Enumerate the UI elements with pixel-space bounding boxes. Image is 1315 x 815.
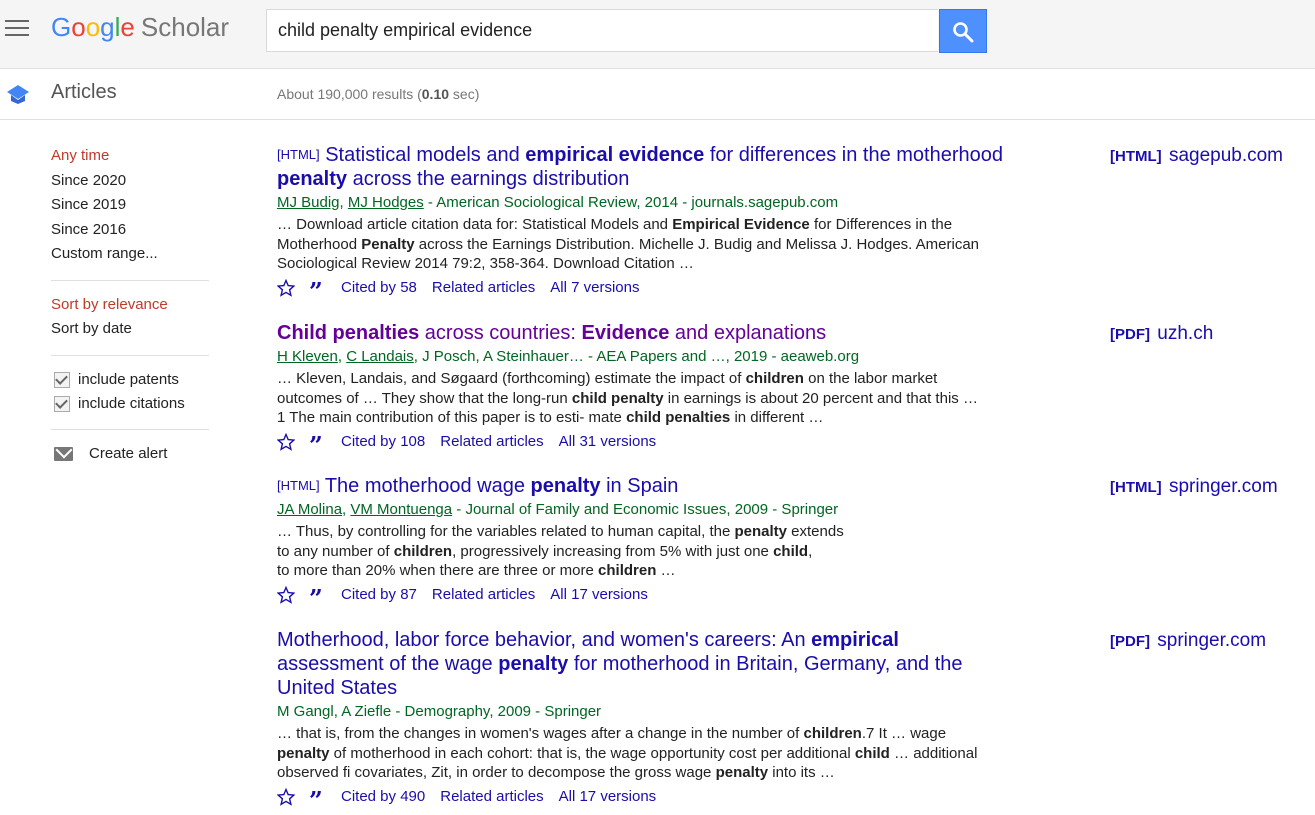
cited-by-link[interactable]: Cited by 108 [341,430,425,454]
all-versions-link[interactable]: All 31 versions [559,430,657,454]
search-icon [953,22,974,43]
result-item: Child penalties across countries: Eviden… [277,321,1057,458]
create-alert-button[interactable]: Create alert [51,442,209,466]
hamburger-menu-icon[interactable] [5,20,29,38]
result-title-link[interactable]: Motherhood, labor force behavior, and wo… [277,628,987,700]
result-title-link[interactable]: [HTML] The motherhood wage penalty in Sp… [277,474,1057,498]
result-title-link[interactable]: Child penalties across countries: Eviden… [277,321,1057,345]
citations-checkbox[interactable] [54,395,70,412]
result-count: About 190,000 results (0.10 sec) [277,86,480,102]
result-authors: H Kleven, C Landais, J Posch, A Steinhau… [277,348,860,365]
full-text-link[interactable]: [PDF] springer.com [1110,630,1266,652]
cite-quote-icon[interactable]: ” [309,787,327,813]
save-star-icon[interactable] [277,787,295,806]
result-actions: ” Cited by 108 Related articles All 31 v… [277,430,1057,458]
result-snippet: … Thus, by controlling for the variables… [277,523,844,579]
related-articles-link[interactable]: Related articles [440,430,543,454]
include-citations-toggle[interactable]: include citations [51,392,209,416]
patents-checkbox[interactable] [54,371,70,388]
filter-since-2016[interactable]: Since 2016 [51,218,209,243]
include-patents-label: include patents [78,370,179,388]
cite-quote-icon[interactable]: ” [309,432,327,458]
result-item: [HTML] The motherhood wage penalty in Sp… [277,474,1057,611]
top-header: Google Scholar [0,0,1315,69]
result-authors: MJ Budig, MJ Hodges - American Sociologi… [277,194,839,211]
envelope-icon [54,446,73,461]
filter-since-2020[interactable]: Since 2020 [51,169,209,194]
create-alert-label: Create alert [89,444,168,462]
result-authors: M Gangl, A Ziefle - Demography, 2009 - S… [277,703,602,720]
sub-header: Articles About 190,000 results (0.10 sec… [0,69,1315,120]
result-title-link[interactable]: [HTML] Statistical models and empirical … [277,143,1057,191]
related-articles-link[interactable]: Related articles [432,276,535,300]
full-text-link[interactable]: [PDF] uzh.ch [1110,323,1213,345]
scholar-cap-icon [7,85,29,104]
cite-quote-icon[interactable]: ” [309,278,327,304]
filter-custom-range[interactable]: Custom range... [51,242,209,267]
articles-label: Articles [51,81,117,103]
result-snippet: … that is, from the changes in women's w… [277,725,978,781]
filter-any-time[interactable]: Any time [51,144,209,169]
include-citations-label: include citations [78,394,185,412]
save-star-icon[interactable] [277,432,295,451]
result-actions: ” Cited by 87 Related articles All 17 ve… [277,583,1057,611]
filter-sidebar: Any time Since 2020 Since 2019 Since 201… [51,144,209,466]
google-scholar-logo[interactable]: Google Scholar [51,9,229,45]
full-text-link[interactable]: [HTML] springer.com [1110,476,1278,498]
divider [51,428,209,430]
format-tag: [HTML] [277,478,320,493]
result-snippet: … Kleven, Landais, and Søgaard (forthcom… [277,370,978,426]
sort-by-date[interactable]: Sort by date [51,317,209,342]
divider [51,279,209,281]
cited-by-link[interactable]: Cited by 87 [341,583,417,607]
search-input[interactable] [266,9,938,52]
result-authors: JA Molina, VM Montuenga - Journal of Fam… [277,501,839,518]
result-item: [HTML] Statistical models and empirical … [277,143,1057,304]
result-actions: ” Cited by 58 Related articles All 7 ver… [277,276,1057,304]
filter-since-2019[interactable]: Since 2019 [51,193,209,218]
search-button[interactable] [939,9,987,53]
all-versions-link[interactable]: All 17 versions [550,583,648,607]
save-star-icon[interactable] [277,278,295,297]
include-patents-toggle[interactable]: include patents [51,368,209,392]
all-versions-link[interactable]: All 7 versions [550,276,639,300]
cite-quote-icon[interactable]: ” [309,585,327,611]
result-snippet: … Download article citation data for: St… [277,216,980,272]
sort-by-relevance[interactable]: Sort by relevance [51,293,209,318]
cited-by-link[interactable]: Cited by 58 [341,276,417,300]
related-articles-link[interactable]: Related articles [432,583,535,607]
result-item: Motherhood, labor force behavior, and wo… [277,628,1057,813]
full-text-link[interactable]: [HTML] sagepub.com [1110,145,1283,167]
format-tag: [HTML] [277,147,320,162]
divider [51,354,209,356]
save-star-icon[interactable] [277,585,295,604]
